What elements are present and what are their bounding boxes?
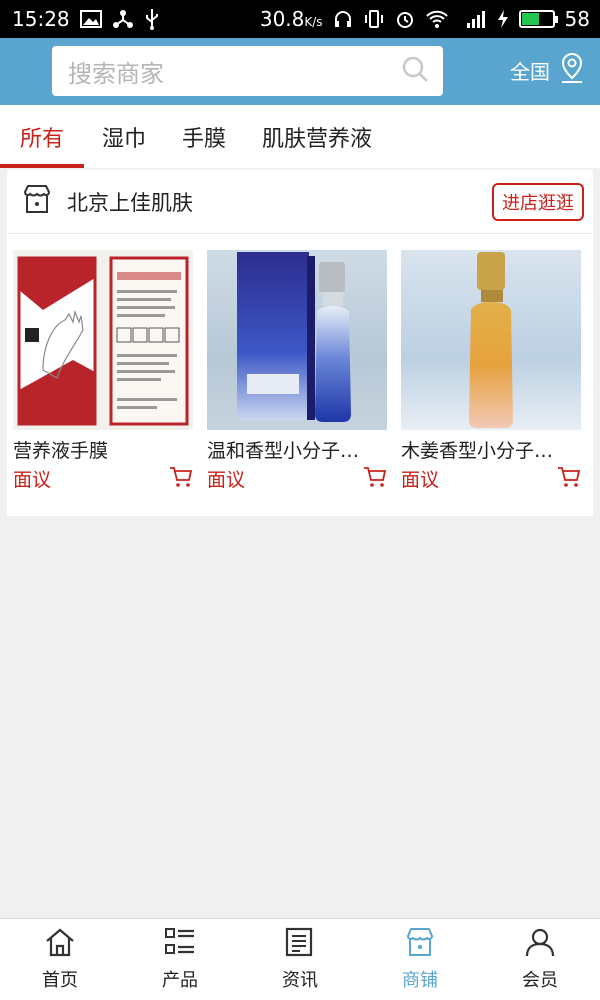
- nav-home-label: 首页: [42, 970, 78, 991]
- battery-level: [521, 13, 539, 25]
- home-icon: [44, 927, 76, 962]
- nav-news[interactable]: 资讯: [240, 927, 360, 992]
- region-selector[interactable]: 全国: [510, 52, 586, 88]
- nav-products[interactable]: 产品: [120, 927, 240, 992]
- battery-percent: 58: [564, 7, 590, 31]
- region-label: 全国: [510, 59, 550, 84]
- status-time: 15:28: [12, 7, 70, 31]
- product-list: 营养液手膜 面议 温和香型小分子肌... 面议 木姜香型小分子肌... 面议: [7, 234, 593, 492]
- hand-mask-package-image[interactable]: [13, 250, 193, 430]
- product-card[interactable]: 木姜香型小分子肌... 面议: [401, 250, 581, 492]
- nav-news-label: 资讯: [282, 970, 318, 991]
- bottom-nav: 首页 产品 资讯 商铺 会员: [0, 918, 600, 1000]
- product-card[interactable]: 温和香型小分子肌... 面议: [207, 250, 387, 492]
- vibrate-icon: [363, 9, 385, 29]
- nav-stores[interactable]: 商铺: [360, 927, 480, 992]
- blue-serum-bottle-image[interactable]: [207, 250, 387, 430]
- cart-icon[interactable]: [363, 466, 387, 492]
- usb-icon: [144, 8, 160, 30]
- network-speed: 30.8: [259, 7, 305, 31]
- product-price: 面议: [207, 469, 246, 491]
- share-icon: [112, 9, 134, 29]
- news-icon: [284, 927, 316, 962]
- store-icon: [404, 927, 436, 962]
- list-icon: [164, 927, 196, 962]
- search-placeholder: 搜索商家: [68, 59, 164, 88]
- charging-icon: [497, 9, 509, 29]
- cart-icon[interactable]: [169, 466, 193, 492]
- header: 搜索商家 全国: [0, 38, 600, 105]
- nav-home[interactable]: 首页: [0, 927, 120, 992]
- status-bar: 15:28 30.8K/s 58: [0, 0, 600, 38]
- tab-hand-mask[interactable]: 手膜: [164, 105, 244, 168]
- user-icon: [524, 927, 556, 962]
- shop-name[interactable]: 北京上佳肌肤: [67, 187, 193, 217]
- product-name: 温和香型小分子肌...: [207, 440, 377, 462]
- visit-store-button[interactable]: 进店逛逛: [492, 182, 584, 221]
- store-icon: [21, 183, 53, 220]
- shop-card: 北京上佳肌肤 进店逛逛 营养液手膜 面议 温和香型小分子肌... 面议 木姜香型…: [7, 170, 593, 516]
- shop-header: 北京上佳肌肤 进店逛逛: [7, 170, 593, 234]
- battery-icon: [518, 10, 558, 28]
- amber-serum-bottle-image[interactable]: [401, 250, 581, 430]
- tab-all[interactable]: 所有: [0, 105, 84, 168]
- search-icon[interactable]: [401, 55, 429, 87]
- alarm-icon: [395, 9, 415, 29]
- tab-skin-serum[interactable]: 肌肤营养液: [244, 105, 390, 168]
- nav-stores-label: 商铺: [402, 970, 438, 991]
- product-price: 面议: [401, 469, 440, 491]
- product-card[interactable]: 营养液手膜 面议: [13, 250, 193, 492]
- signal-icon: [459, 9, 487, 29]
- gallery-icon: [79, 10, 102, 28]
- category-tabs: 所有 湿巾 手膜 肌肤营养液: [0, 105, 600, 168]
- network-speed-unit: K/s: [304, 15, 323, 29]
- nav-products-label: 产品: [162, 970, 198, 991]
- product-name: 木姜香型小分子肌...: [401, 440, 571, 462]
- nav-member[interactable]: 会员: [480, 927, 600, 992]
- product-name: 营养液手膜: [13, 440, 109, 462]
- nav-member-label: 会员: [522, 970, 558, 991]
- product-price: 面议: [13, 469, 52, 491]
- search-input[interactable]: 搜索商家: [52, 46, 443, 96]
- headphones-icon: [333, 9, 353, 29]
- location-pin-icon: [558, 52, 586, 89]
- cart-icon[interactable]: [557, 466, 581, 492]
- wifi-icon: [425, 9, 449, 29]
- tab-wet-wipes[interactable]: 湿巾: [84, 105, 164, 168]
